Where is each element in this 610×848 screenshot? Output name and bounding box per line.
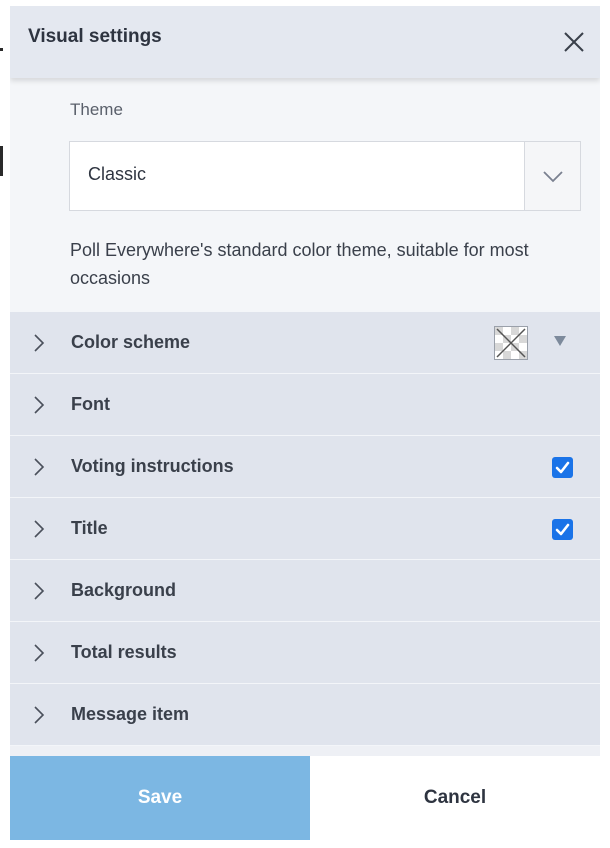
- section-label: Voting instructions: [71, 456, 234, 476]
- save-button[interactable]: Save: [10, 756, 310, 840]
- section-color-scheme[interactable]: Color scheme: [10, 312, 600, 374]
- theme-select-value: Classic: [88, 164, 147, 184]
- caret-down-icon[interactable]: [554, 336, 566, 346]
- section-title[interactable]: Title: [10, 498, 600, 560]
- chevron-right-icon: [34, 334, 45, 352]
- dialog-header: Visual settings: [10, 6, 600, 78]
- section-label: Message item: [71, 704, 190, 724]
- close-icon: [564, 32, 584, 52]
- dialog-title: Visual settings: [28, 26, 162, 47]
- theme-select[interactable]: Classic: [69, 141, 581, 211]
- dialog-footer: Save Cancel: [10, 756, 600, 840]
- section-label: Title: [71, 518, 108, 538]
- section-total-results[interactable]: Total results: [10, 622, 600, 684]
- section-voting-instructions[interactable]: Voting instructions: [10, 436, 600, 498]
- chevron-down-icon: [543, 171, 563, 183]
- section-background[interactable]: Background: [10, 560, 600, 622]
- title-checkbox[interactable]: [552, 519, 573, 540]
- visual-settings-dialog: Visual settings Theme Classic Poll Every…: [10, 6, 600, 840]
- settings-sections: Color scheme Font Voting instructions Ti…: [10, 312, 600, 746]
- chevron-right-icon: [34, 458, 45, 476]
- chevron-right-icon: [34, 644, 45, 662]
- voting-instructions-checkbox[interactable]: [552, 457, 573, 478]
- checkmark-icon: [555, 461, 570, 474]
- background-fragment: [0, 146, 3, 176]
- theme-description: Poll Everywhere's standard color theme, …: [70, 240, 529, 288]
- theme-section: Theme Classic Poll Everywhere's standard…: [10, 78, 600, 312]
- section-font[interactable]: Font: [10, 374, 600, 436]
- section-label: Background: [71, 580, 177, 600]
- section-label: Font: [71, 394, 110, 414]
- background-fragment: [0, 48, 3, 51]
- theme-label: Theme: [70, 100, 123, 119]
- color-scheme-swatch[interactable]: [494, 326, 528, 360]
- empty-swatch-icon: [495, 327, 527, 359]
- chevron-right-icon: [34, 396, 45, 414]
- section-label: Color scheme: [71, 332, 191, 352]
- section-label: Total results: [71, 642, 177, 662]
- chevron-right-icon: [34, 706, 45, 724]
- close-button[interactable]: [560, 28, 588, 56]
- chevron-right-icon: [34, 582, 45, 600]
- checkmark-icon: [555, 523, 570, 536]
- section-message-item[interactable]: Message item: [10, 684, 600, 746]
- cancel-button[interactable]: Cancel: [310, 756, 600, 840]
- page: Visual settings Theme Classic Poll Every…: [0, 0, 610, 848]
- theme-select-toggle[interactable]: [524, 142, 580, 210]
- chevron-right-icon: [34, 520, 45, 538]
